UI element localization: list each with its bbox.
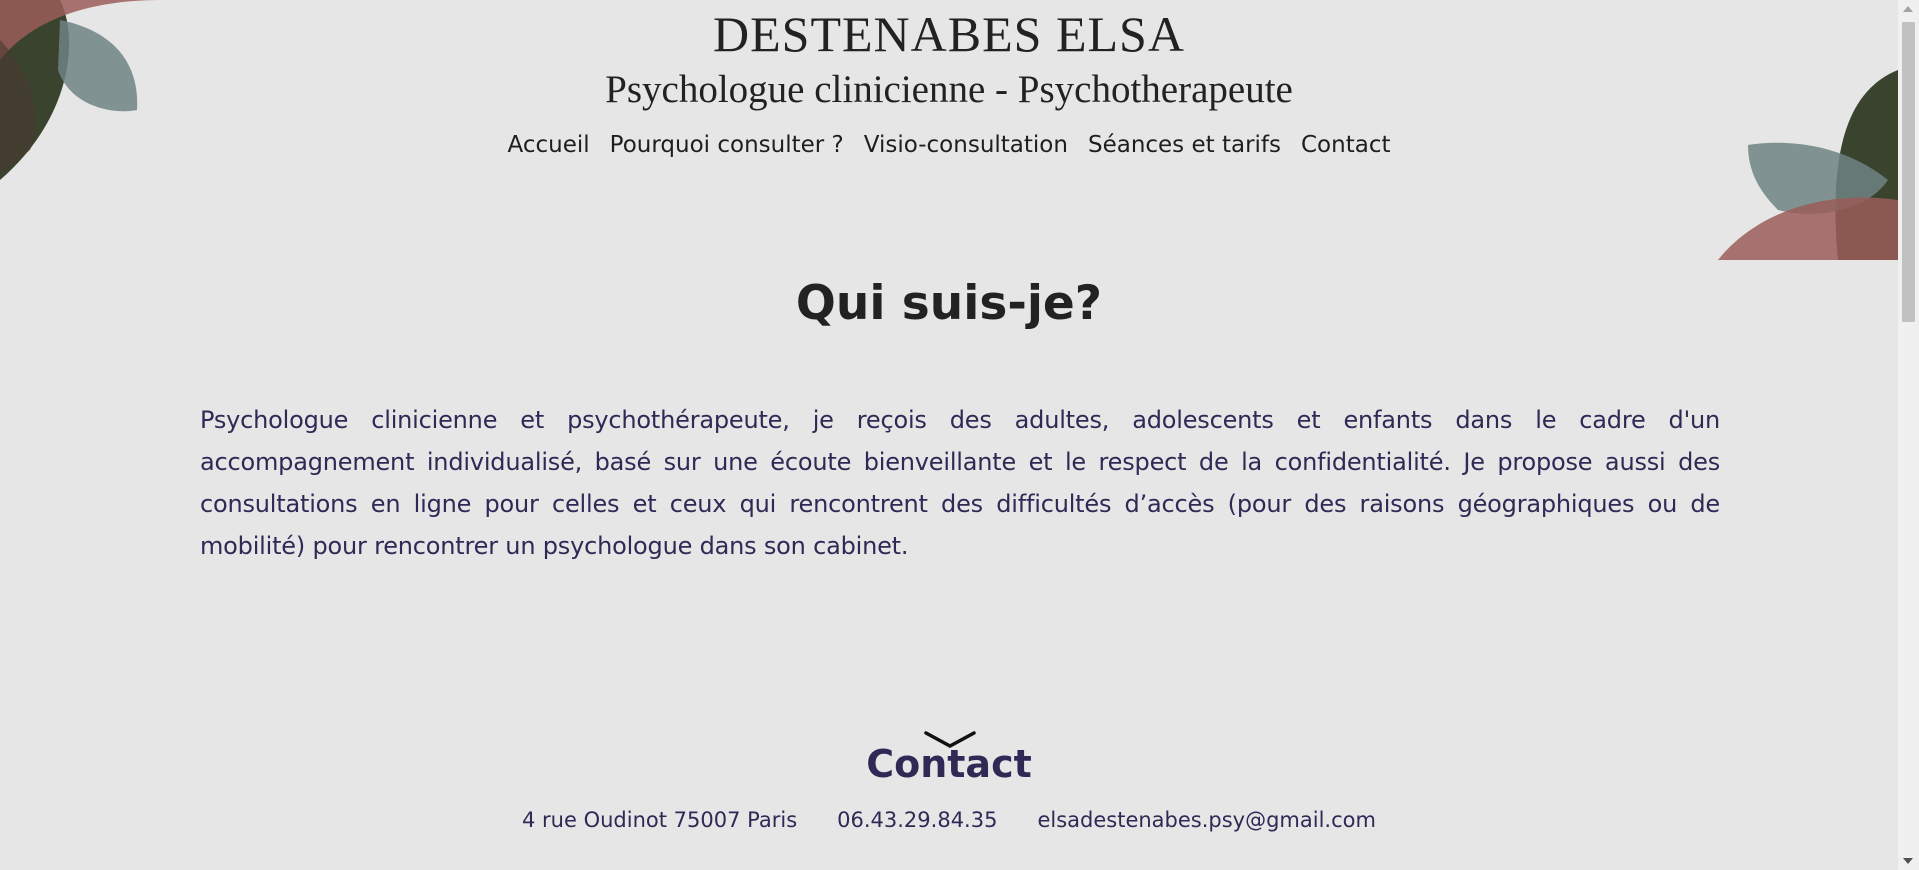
section-heading: Qui suis-je?: [795, 276, 1103, 331]
intro-paragraph: Psychologue clinicienne et psychothérape…: [200, 406, 1720, 560]
main-nav: Accueil Pourquoi consulter ? Visio-consu…: [0, 132, 1898, 158]
contact-address: 4 rue Oudinot 75007 Paris: [522, 808, 798, 832]
site-header: DESTENABES ELSA Psychologue clinicienne …: [0, 0, 1898, 158]
scroll-down-icon[interactable]: [1903, 858, 1913, 864]
nav-item-contact[interactable]: Contact: [1301, 132, 1390, 158]
contact-phone[interactable]: 06.43.29.84.35: [837, 808, 997, 832]
nav-item-accueil[interactable]: Accueil: [508, 132, 590, 158]
scrollbar-thumb[interactable]: [1902, 22, 1915, 322]
contact-heading: Contact: [866, 742, 1032, 786]
scroll-up-icon[interactable]: [1903, 6, 1913, 12]
site-subtitle: Psychologue clinicienne - Psychotherapeu…: [605, 68, 1293, 111]
page: DESTENABES ELSA Psychologue clinicienne …: [0, 0, 1898, 870]
nav-item-seances-et-tarifs[interactable]: Séances et tarifs: [1088, 132, 1281, 158]
vertical-scrollbar[interactable]: [1898, 0, 1919, 870]
contact-email[interactable]: elsadestenabes.psy@gmail.com: [1037, 808, 1376, 832]
site-title: DESTENABES ELSA: [713, 6, 1185, 62]
contact-details: 4 rue Oudinot 75007 Paris 06.43.29.84.35…: [0, 808, 1898, 832]
nav-item-visio-consultation[interactable]: Visio-consultation: [864, 132, 1068, 158]
nav-item-pourquoi-consulter[interactable]: Pourquoi consulter ?: [610, 132, 844, 158]
